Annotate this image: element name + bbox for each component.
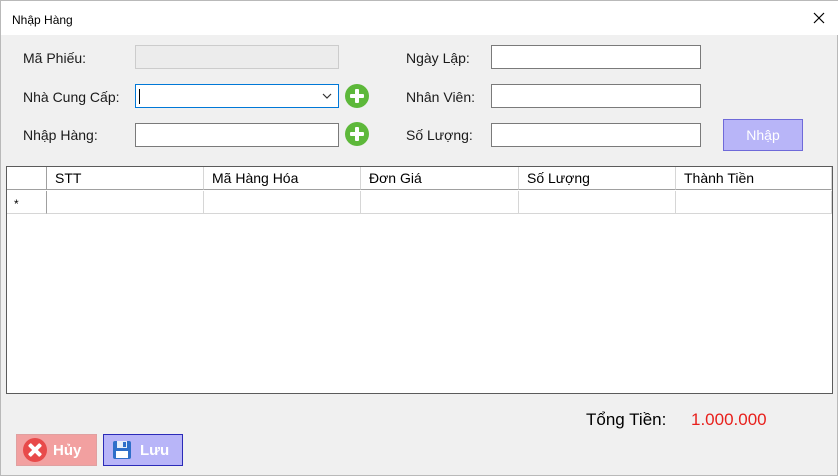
ma-phieu-field: [135, 45, 339, 69]
table-cell[interactable]: [361, 191, 519, 214]
cancel-button[interactable]: Hủy: [16, 434, 97, 466]
chevron-down-icon[interactable]: [322, 92, 332, 100]
nhan-vien-field[interactable]: [491, 84, 701, 108]
nha-cung-cap-combo[interactable]: [135, 84, 339, 108]
table-cell[interactable]: [676, 191, 832, 214]
close-button[interactable]: [799, 1, 838, 35]
floppy-disk-icon: [110, 438, 134, 462]
close-icon: [813, 12, 825, 24]
col-header-stt[interactable]: STT: [47, 167, 204, 190]
cancel-button-label: Hủy: [53, 441, 82, 459]
ma-phieu-label: Mã Phiếu:: [23, 50, 87, 66]
col-header-ma-hang-hoa[interactable]: Mã Hàng Hóa: [204, 167, 361, 190]
total-label: Tổng Tiền:: [586, 410, 667, 429]
nhan-vien-label: Nhân Viên:: [406, 89, 476, 105]
ngay-lap-field[interactable]: [491, 45, 701, 69]
save-button-label: Lưu: [140, 441, 170, 459]
col-header-don-gia[interactable]: Đơn Giá: [361, 167, 519, 190]
table-row-new[interactable]: *: [7, 191, 832, 214]
nhap-hang-field[interactable]: [135, 123, 339, 147]
new-row-marker: *: [7, 191, 47, 214]
so-luong-field[interactable]: [491, 123, 701, 147]
x-circle-icon: [23, 438, 47, 462]
table-cell[interactable]: [204, 191, 361, 214]
col-header-so-luong[interactable]: Số Lượng: [519, 167, 676, 190]
add-product-button[interactable]: [345, 122, 369, 146]
col-header-thanh-tien[interactable]: Thành Tiền: [676, 167, 832, 190]
ngay-lap-label: Ngày Lập:: [406, 50, 470, 66]
window-title: Nhập Hàng: [12, 13, 73, 27]
table-cell[interactable]: [519, 191, 676, 214]
nhap-hang-window: Nhập Hàng Mã Phiếu: Nhà Cung Cấp: Nhập H…: [0, 0, 838, 476]
total-value: 1.000.000: [691, 410, 767, 429]
nha-cung-cap-label: Nhà Cung Cấp:: [23, 89, 120, 105]
grid-header: STT Mã Hàng Hóa Đơn Giá Số Lượng Thành T…: [7, 167, 832, 190]
save-button[interactable]: Lưu: [103, 434, 183, 466]
so-luong-label: Số Lượng:: [406, 127, 473, 143]
text-caret: [139, 89, 140, 104]
add-supplier-button[interactable]: [345, 84, 369, 108]
nhap-hang-label: Nhập Hàng:: [23, 127, 98, 143]
nhap-button[interactable]: Nhập: [723, 119, 803, 151]
title-bar: Nhập Hàng: [1, 1, 838, 35]
items-grid[interactable]: STT Mã Hàng Hóa Đơn Giá Số Lượng Thành T…: [6, 166, 833, 394]
table-cell[interactable]: [47, 191, 204, 214]
row-header-corner: [7, 167, 47, 190]
